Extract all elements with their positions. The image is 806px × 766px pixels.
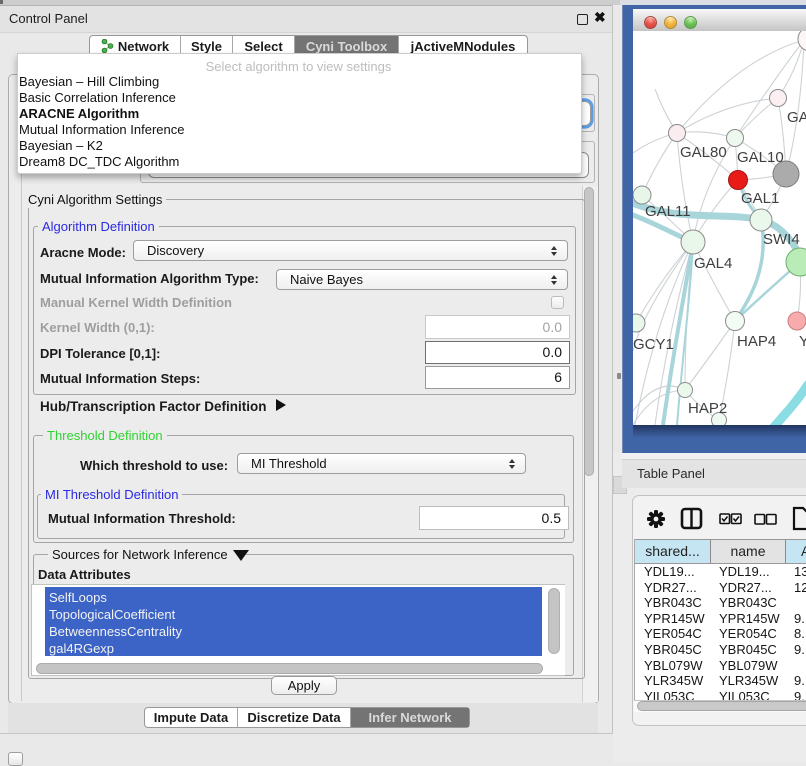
svg-text:HAP4: HAP4: [737, 333, 776, 350]
svg-text:GAL11: GAL11: [645, 203, 691, 220]
svg-text:GCY1: GCY1: [633, 336, 674, 353]
svg-text:GAL7: GAL7: [787, 109, 806, 126]
svg-text:SWI4: SWI4: [763, 231, 800, 248]
svg-text:HAP2: HAP2: [688, 400, 727, 417]
svg-text:GAL10: GAL10: [737, 149, 784, 166]
svg-text:GAL80: GAL80: [680, 144, 727, 161]
svg-text:GAL1: GAL1: [741, 190, 779, 207]
svg-text:GAL4: GAL4: [694, 255, 732, 272]
svg-text:Y: Y: [799, 333, 806, 350]
